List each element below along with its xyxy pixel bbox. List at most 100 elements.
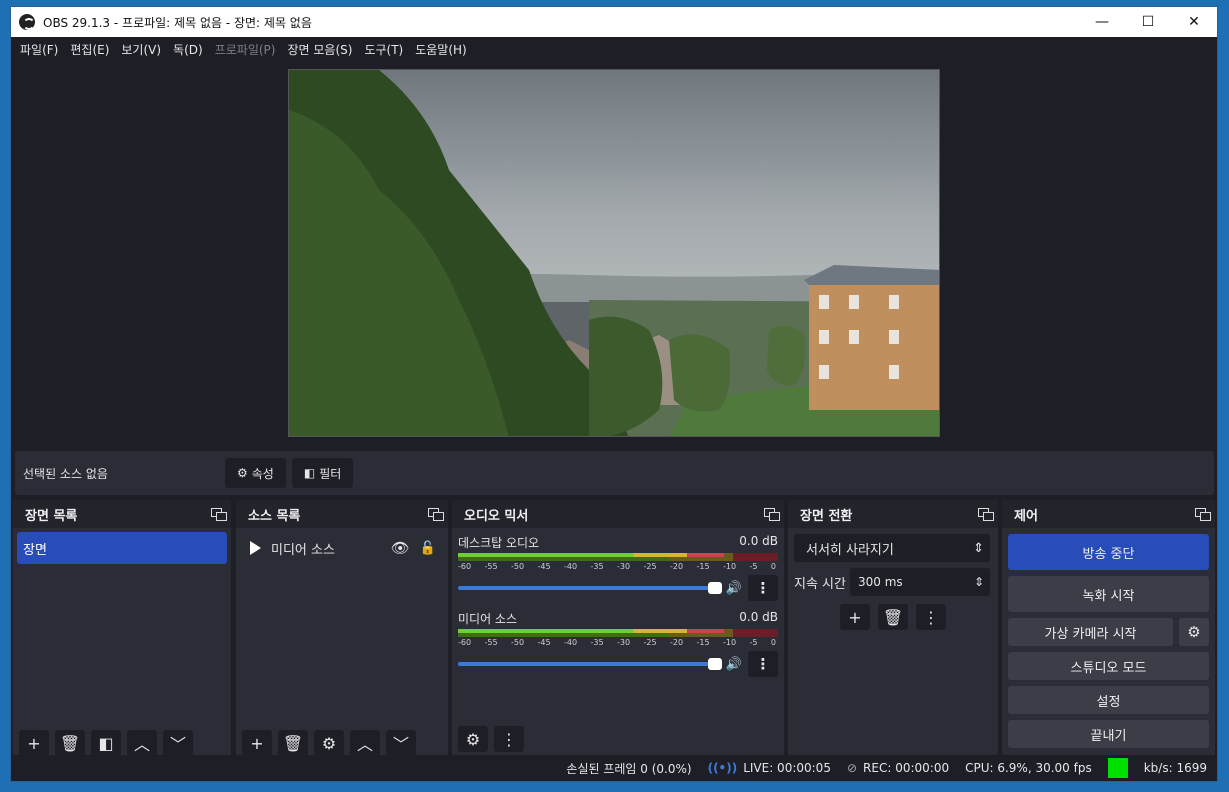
move-scene-down-button[interactable]: ﹀ xyxy=(163,730,193,756)
tick-label: -60 xyxy=(458,562,472,571)
mixer-menu-button[interactable]: ⋮ xyxy=(494,726,524,752)
settings-button[interactable]: 설정 xyxy=(1008,686,1209,714)
transition-selected-value: 서서히 사라지기 xyxy=(806,542,894,558)
float-dock-icon[interactable] xyxy=(211,508,227,521)
source-name: 미디어 소스 xyxy=(271,542,335,558)
meter-ticks: -60 -55 -50 -45 -40 -35 -30 -25 -20 -15 … xyxy=(458,562,778,571)
title-bar: OBS 29.1.3 - 프로파일: 제목 없음 - 장면: 제목 없음 — ☐… xyxy=(11,7,1217,37)
volume-slider[interactable] xyxy=(458,582,722,594)
audio-mixer-dock: 오디오 믹서 데스크탑 오디오 0.0 dB -60 -55 -50 -45 -… xyxy=(452,500,784,756)
duration-spinbox[interactable]: 300 ms ⇕ xyxy=(849,568,990,596)
properties-button[interactable]: ⚙ 속성 xyxy=(225,458,286,488)
float-dock-icon[interactable] xyxy=(1195,508,1211,521)
kebab-icon: ⋮ xyxy=(755,579,771,597)
menu-tools[interactable]: 도구(T) xyxy=(359,41,408,58)
float-dock-icon[interactable] xyxy=(428,508,444,521)
plus-icon: + xyxy=(848,607,862,627)
float-dock-icon[interactable] xyxy=(764,508,780,521)
add-transition-button[interactable]: + xyxy=(840,604,870,630)
lock-icon[interactable]: 🔓 xyxy=(420,541,436,556)
meter-ticks: -60 -55 -50 -45 -40 -35 -30 -25 -20 -15 … xyxy=(458,638,778,647)
maximize-button[interactable]: ☐ xyxy=(1125,7,1171,37)
move-scene-up-button[interactable]: ︿ xyxy=(127,730,157,756)
slider-handle[interactable] xyxy=(707,658,722,670)
remove-transition-button[interactable]: 🗑 xyxy=(878,604,908,630)
add-source-button[interactable]: + xyxy=(242,730,272,756)
menu-docks[interactable]: 독(D) xyxy=(168,41,208,58)
tick-label: -5 xyxy=(749,638,758,647)
float-dock-icon[interactable] xyxy=(978,508,994,521)
chevron-down-icon: ﹀ xyxy=(392,735,409,754)
tick-label: -55 xyxy=(484,638,498,647)
move-source-up-button[interactable]: ︿ xyxy=(350,730,380,756)
rec-timer: REC: 00:00:00 xyxy=(863,761,950,775)
tick-label: -50 xyxy=(511,562,525,571)
close-button[interactable]: ✕ xyxy=(1171,7,1217,37)
speaker-icon[interactable]: 🔊 xyxy=(726,657,742,672)
preview-scene-image xyxy=(289,70,939,436)
source-list-item[interactable]: 미디어 소스 👁 🔓 xyxy=(240,532,444,564)
stop-streaming-button[interactable]: 방송 중단 xyxy=(1008,534,1209,570)
filter-icon: ◧ xyxy=(303,466,316,480)
tick-label: -5 xyxy=(749,562,758,571)
updown-icon[interactable]: ⇕ xyxy=(974,575,984,589)
kebab-icon: ⋮ xyxy=(501,729,517,749)
source-properties-button[interactable]: ⚙ xyxy=(314,730,344,756)
slider-handle[interactable] xyxy=(707,582,722,594)
media-source-icon xyxy=(250,541,261,555)
duration-label: 지속 시간 xyxy=(794,576,846,592)
start-virtual-camera-button[interactable]: 가상 카메라 시작 xyxy=(1008,618,1173,646)
tick-label: -20 xyxy=(670,562,684,571)
start-recording-button[interactable]: 녹화 시작 xyxy=(1008,576,1209,612)
mixer-dock-title: 오디오 믹서 xyxy=(464,508,529,524)
minimize-button[interactable]: — xyxy=(1079,7,1125,37)
studio-mode-button[interactable]: 스튜디오 모드 xyxy=(1008,652,1209,680)
gear-icon: ⚙ xyxy=(237,466,248,480)
visibility-eye-icon[interactable]: 👁 xyxy=(391,539,410,557)
exit-button[interactable]: 끝내기 xyxy=(1008,720,1209,748)
transition-menu-button[interactable]: ⋮ xyxy=(916,604,946,630)
volume-slider[interactable] xyxy=(458,658,722,670)
kebab-icon: ⋮ xyxy=(923,607,939,627)
duration-value: 300 ms xyxy=(857,575,903,589)
kebab-icon: ⋮ xyxy=(755,655,771,673)
tick-label: -15 xyxy=(696,638,710,647)
controls-dock-title: 제어 xyxy=(1014,508,1038,524)
sources-dock: 소스 목록 미디어 소스 👁 🔓 + 🗑 ⚙ ︿ ﹀ xyxy=(236,500,448,756)
channel-menu-button[interactable]: ⋮ xyxy=(748,575,778,601)
channel-menu-button[interactable]: ⋮ xyxy=(748,651,778,677)
speaker-icon[interactable]: 🔊 xyxy=(726,581,742,596)
move-source-down-button[interactable]: ﹀ xyxy=(386,730,416,756)
tick-label: -35 xyxy=(590,562,604,571)
remove-source-button[interactable]: 🗑 xyxy=(278,730,308,756)
transitions-dock: 장면 전환 서서히 사라지기 ⇕ 지속 시간 300 ms ⇕ + 🗑 ⋮ xyxy=(788,500,998,756)
source-context-bar: 선택된 소스 없음 ⚙ 속성 ◧ 필터 xyxy=(15,451,1214,495)
channel-name: 데스크탑 오디오 xyxy=(458,536,540,550)
preview-area xyxy=(11,61,1217,449)
scene-filters-button[interactable]: ◧ xyxy=(91,730,121,756)
menu-scene-collection[interactable]: 장면 모음(S) xyxy=(282,41,357,58)
filters-button[interactable]: ◧ 필터 xyxy=(291,458,354,488)
transition-select[interactable]: 서서히 사라지기 ⇕ xyxy=(794,534,990,562)
program-preview[interactable] xyxy=(288,69,940,437)
tick-label: -40 xyxy=(564,562,578,571)
add-scene-button[interactable]: + xyxy=(19,730,49,756)
menu-file[interactable]: 파일(F) xyxy=(15,41,63,58)
remove-scene-button[interactable]: 🗑 xyxy=(55,730,85,756)
volume-meter xyxy=(458,629,778,637)
menu-edit[interactable]: 편집(E) xyxy=(65,41,114,58)
menu-view[interactable]: 보기(V) xyxy=(116,41,166,58)
channel-level: 0.0 dB xyxy=(739,610,778,624)
tick-label: -60 xyxy=(458,638,472,647)
mixer-channel: 데스크탑 오디오 0.0 dB -60 -55 -50 -45 -40 -35 … xyxy=(458,528,778,604)
advanced-audio-button[interactable]: ⚙ xyxy=(458,726,488,752)
mixer-channel: 미디어 소스 0.0 dB -60 -55 -50 -45 -40 -35 -3… xyxy=(458,604,778,680)
virtual-camera-settings-button[interactable]: ⚙ xyxy=(1179,618,1209,646)
tick-label: -45 xyxy=(537,638,551,647)
filters-label: 필터 xyxy=(319,466,342,481)
menu-help[interactable]: 도움말(H) xyxy=(410,41,472,58)
tick-label: -25 xyxy=(643,638,657,647)
transitions-dock-title: 장면 전환 xyxy=(800,508,853,524)
tick-label: -30 xyxy=(617,562,631,571)
scene-list-item[interactable]: 장면 xyxy=(17,532,227,564)
